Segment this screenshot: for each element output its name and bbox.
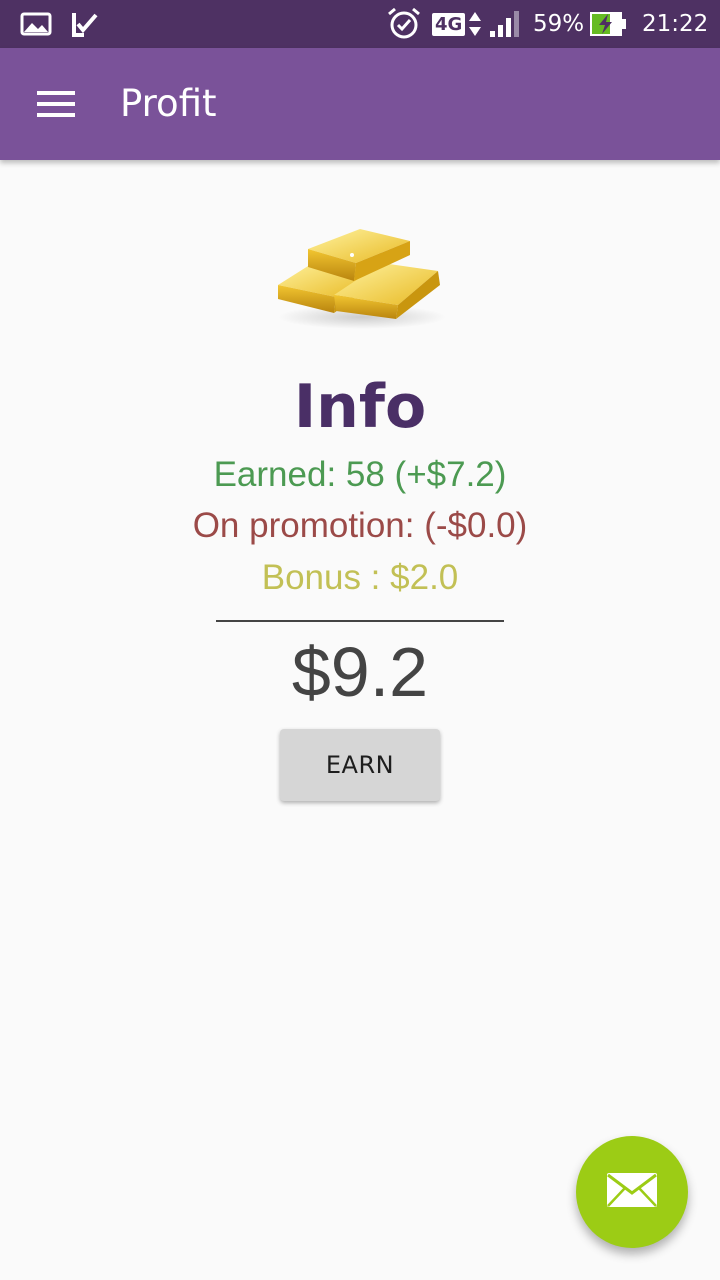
- clock: 21:22: [642, 11, 709, 37]
- battery-charging-icon: [588, 0, 628, 48]
- gold-bars-icon: [270, 215, 450, 335]
- earn-button[interactable]: EARN: [280, 729, 440, 801]
- gallery-icon: [20, 0, 52, 48]
- total-amount: $9.2: [291, 633, 429, 711]
- mail-icon: [605, 1170, 659, 1215]
- mail-fab-button[interactable]: [576, 1136, 688, 1248]
- divider: [216, 620, 504, 622]
- status-bar: 4G 59% 21:22: [0, 0, 720, 48]
- battery-percent: 59%: [533, 11, 585, 37]
- page-title: Profit: [120, 82, 217, 125]
- hamburger-menu-icon[interactable]: [26, 76, 86, 132]
- checkmark-notification-icon: [70, 0, 100, 48]
- signal-icon: [488, 0, 522, 48]
- network-4g-icon: 4G: [432, 0, 482, 48]
- app-bar: Profit: [0, 48, 720, 160]
- info-heading: Info: [293, 372, 427, 442]
- promotion-text: On promotion: (-$0.0): [192, 506, 528, 545]
- alarm-icon: [386, 0, 422, 48]
- bonus-text: Bonus : $2.0: [261, 558, 459, 597]
- earned-text: Earned: 58 (+$7.2): [213, 455, 507, 494]
